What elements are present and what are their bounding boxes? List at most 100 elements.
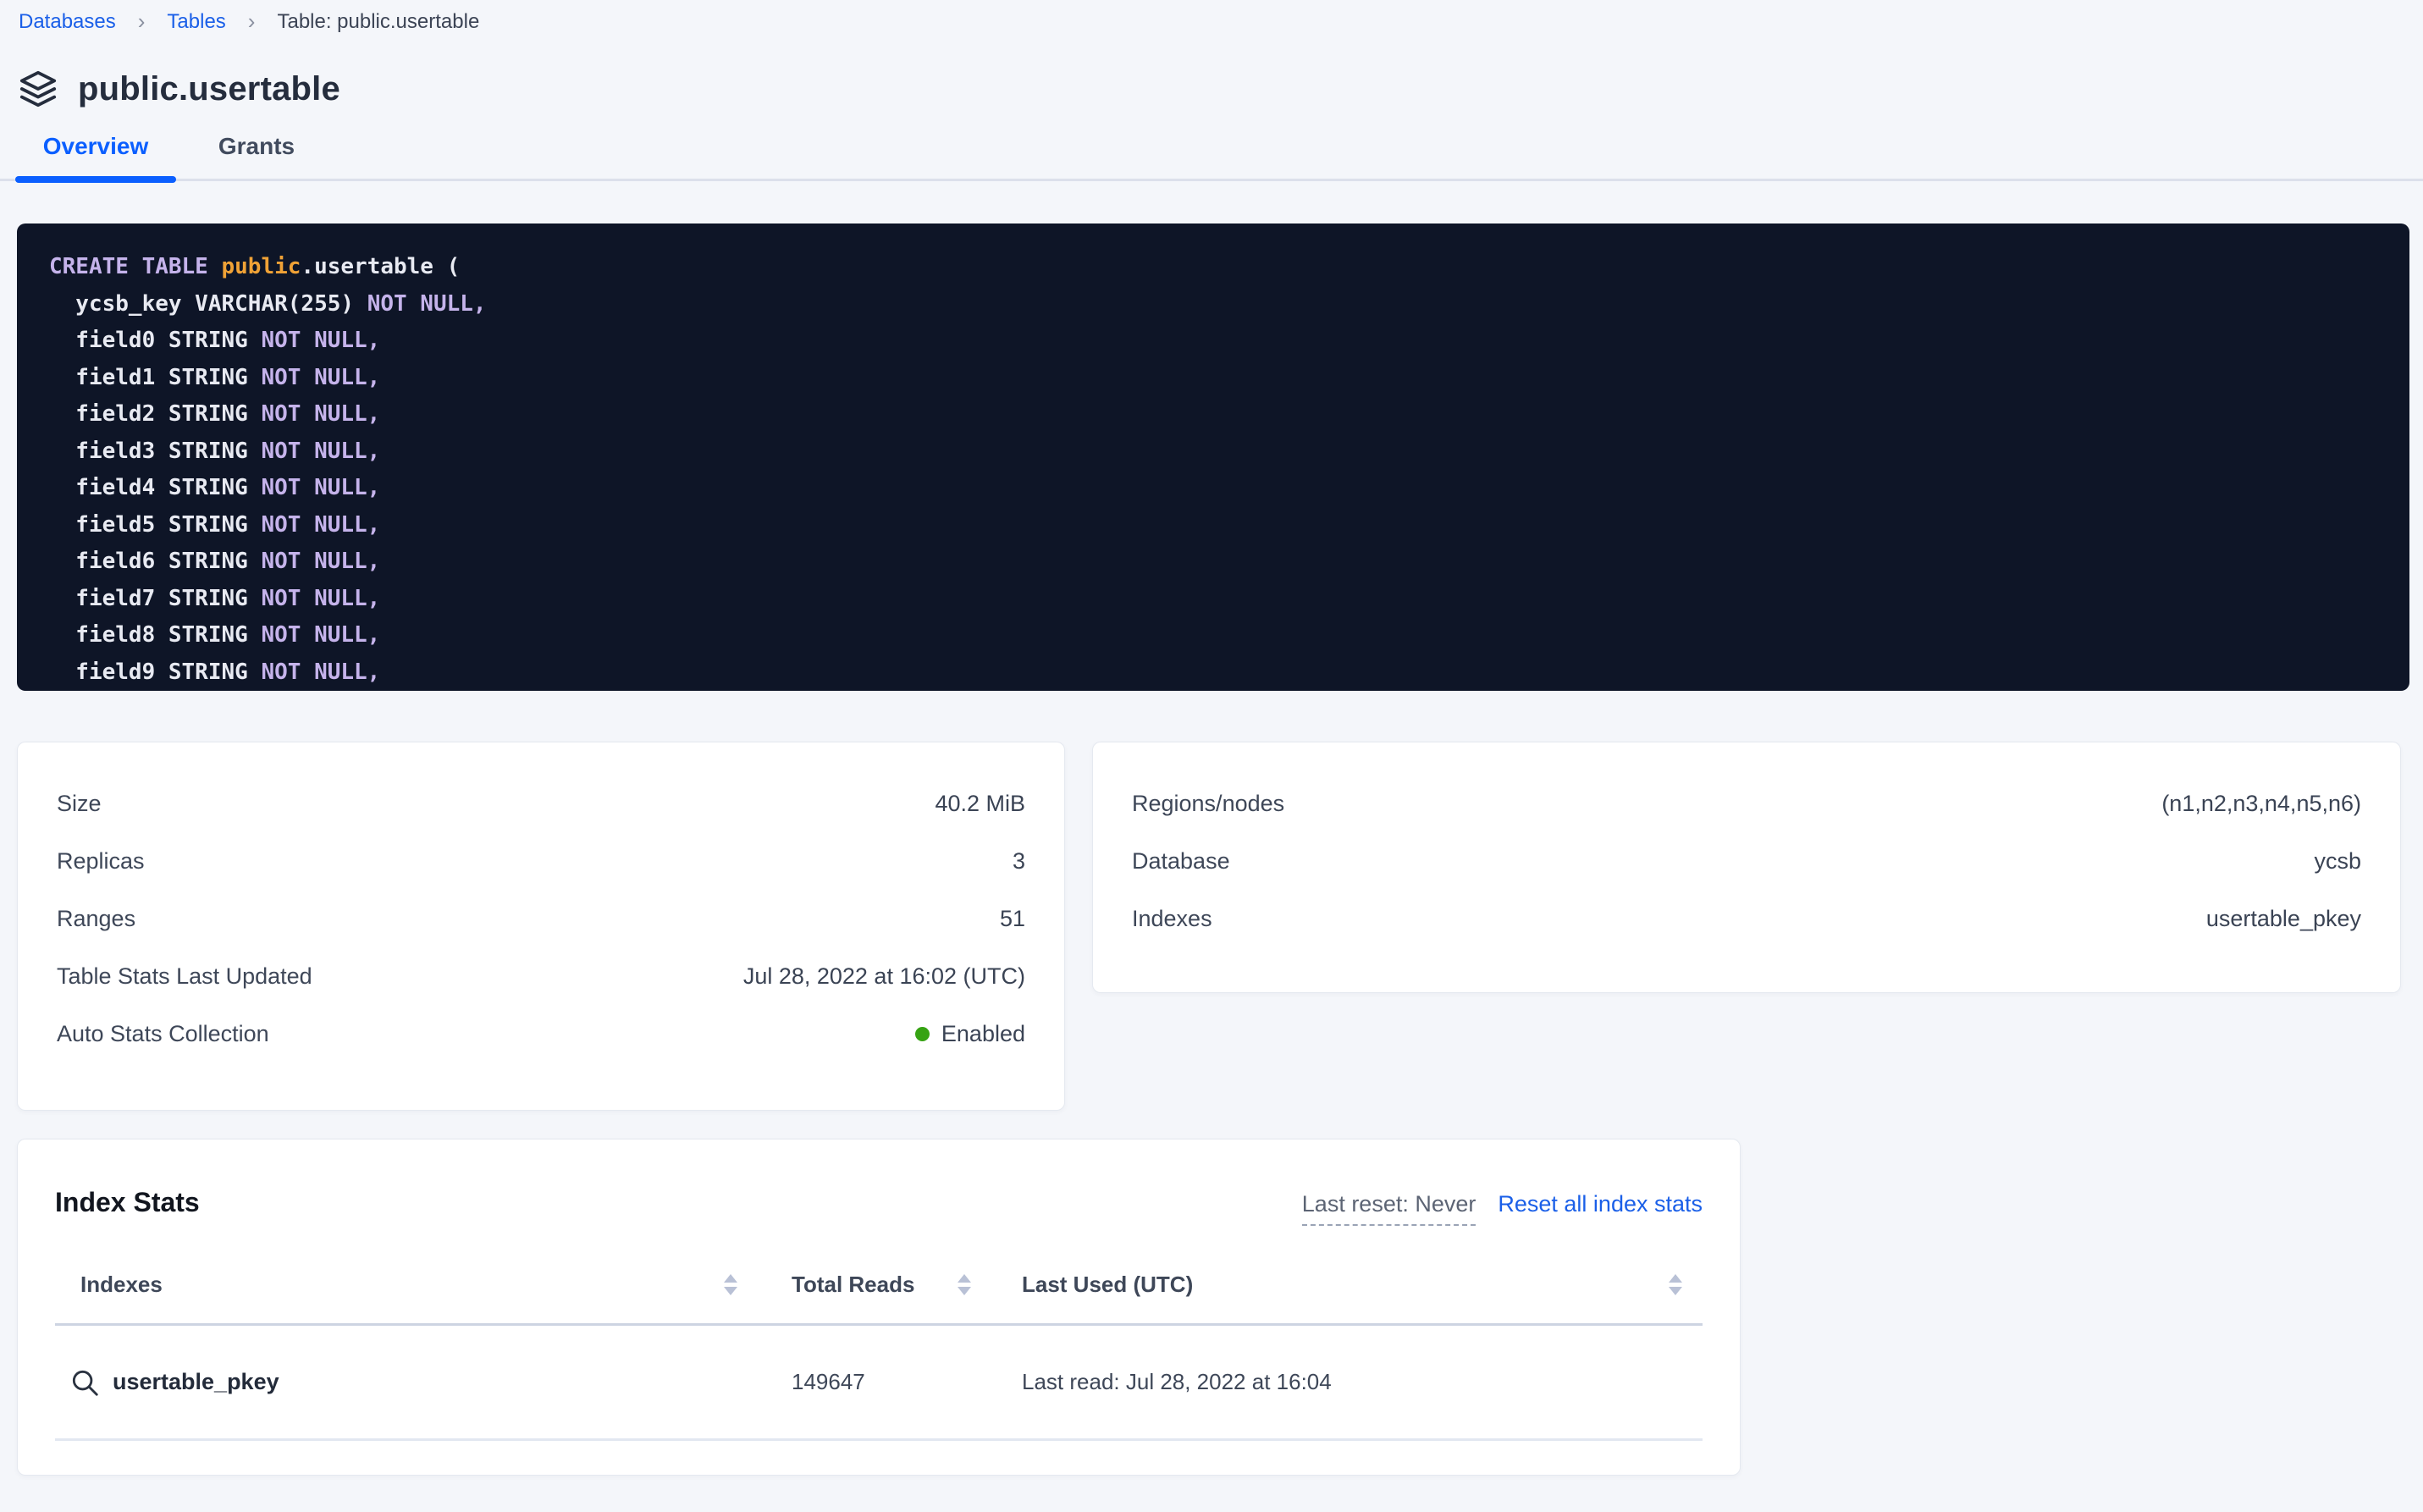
- column-header-label: Indexes: [80, 1272, 163, 1298]
- stat-row: Size 40.2 MiB: [57, 775, 1025, 832]
- stat-value-text: 51: [1000, 906, 1025, 932]
- stat-label: Auto Stats Collection: [57, 1021, 269, 1047]
- sql-token-kw: NOT NULL,: [261, 659, 380, 685]
- sql-token-plain: .usertable (: [301, 254, 460, 279]
- table-row: usertable_pkey 149647 Last read: Jul 28,…: [55, 1326, 1703, 1441]
- sql-code-line: field3 STRING NOT NULL,: [49, 433, 2377, 471]
- sql-code-line: field7 STRING NOT NULL,: [49, 581, 2377, 618]
- table-stats-card: Size 40.2 MiB Replicas 3 Ranges 51 Table Stats…: [17, 742, 1065, 1111]
- stat-value: Enabled: [915, 1021, 1025, 1047]
- sql-token-plain: field0 STRING: [49, 328, 261, 353]
- breadcrumb-link-databases[interactable]: Databases: [19, 8, 116, 36]
- sql-code-line: field4 STRING NOT NULL,: [49, 470, 2377, 507]
- stat-value: Jul 28, 2022 at 16:02 (UTC): [743, 963, 1025, 990]
- stat-value-text: 3: [1013, 848, 1025, 875]
- sql-token-plain: field5 STRING: [49, 512, 261, 538]
- column-header-label: Last Used (UTC): [1022, 1272, 1193, 1298]
- sql-code-line: field2 STRING NOT NULL,: [49, 396, 2377, 433]
- sql-token-kw: NOT NULL,: [261, 401, 380, 427]
- chevron-right-icon: ›: [248, 10, 256, 32]
- total-reads-cell: 149647: [737, 1369, 971, 1395]
- sql-code-line: CREATE TABLE public.usertable (: [49, 249, 2377, 286]
- page-title: public.usertable: [78, 70, 340, 108]
- stat-value: 40.2 MiB: [935, 791, 1025, 817]
- sql-code-line: field9 STRING NOT NULL,: [49, 654, 2377, 692]
- sql-token-kw: NOT NULL,: [261, 328, 380, 353]
- column-header-indexes[interactable]: Indexes: [55, 1272, 737, 1298]
- sql-token-kw: NOT NULL,: [367, 291, 487, 317]
- stat-value-text: 40.2 MiB: [935, 791, 1025, 817]
- stat-value-text: Jul 28, 2022 at 16:02 (UTC): [743, 963, 1025, 990]
- stat-value-text: usertable_pkey: [2206, 906, 2361, 932]
- sql-code-line: ycsb_key VARCHAR(255) NOT NULL,: [49, 286, 2377, 323]
- reset-all-index-stats-link[interactable]: Reset all index stats: [1498, 1191, 1703, 1217]
- sql-token-kw: NOT NULL,: [261, 622, 380, 648]
- sql-token-plain: field9 STRING: [49, 659, 261, 685]
- table-details-page: Databases › Tables › Table: public.usert…: [0, 0, 2423, 1512]
- column-header-label: Total Reads: [792, 1272, 914, 1298]
- page-header: public.usertable: [19, 69, 2423, 108]
- stat-value-text: Enabled: [941, 1021, 1025, 1047]
- sql-token-kw: NOT NULL,: [261, 365, 380, 390]
- sql-token-kw: NOT NULL,: [261, 586, 380, 611]
- sql-token-kw: NOT NULL,: [261, 512, 380, 538]
- sql-code-line: field5 STRING NOT NULL,: [49, 507, 2377, 544]
- index-stats-header: Index Stats Last reset: Never Reset all …: [55, 1187, 1703, 1226]
- stat-value: usertable_pkey: [2206, 906, 2361, 932]
- index-stats-title: Index Stats: [55, 1187, 200, 1218]
- sql-token-plain: field8 STRING: [49, 622, 261, 648]
- stat-value-text: (n1,n2,n3,n4,n5,n6): [2161, 791, 2361, 817]
- stat-label: Ranges: [57, 906, 135, 932]
- index-name-cell[interactable]: usertable_pkey: [55, 1366, 737, 1399]
- breadcrumb: Databases › Tables › Table: public.usert…: [0, 0, 2423, 36]
- stat-row: Regions/nodes (n1,n2,n3,n4,n5,n6): [1132, 775, 2361, 832]
- stat-label: Database: [1132, 848, 1230, 875]
- index-stats-table: Indexes Total Reads Last Used (UTC): [55, 1272, 1703, 1441]
- stats-cards-row: Size 40.2 MiB Replicas 3 Ranges 51 Table Stats…: [17, 742, 2401, 1111]
- layers-icon: [19, 69, 58, 108]
- stat-label: Indexes: [1132, 906, 1212, 932]
- sql-token-plain: field7 STRING: [49, 586, 261, 611]
- stat-row: Replicas 3: [57, 832, 1025, 890]
- index-stats-actions: Last reset: Never Reset all index stats: [1302, 1191, 1703, 1226]
- stat-label: Regions/nodes: [1132, 791, 1284, 817]
- stat-value: 3: [1013, 848, 1025, 875]
- stat-row: Auto Stats Collection Enabled: [57, 1005, 1025, 1062]
- sql-token-schema: public: [222, 254, 301, 279]
- sort-icon: [958, 1274, 971, 1295]
- stat-row: Table Stats Last UpdatedJul 28, 2022 at …: [57, 947, 1025, 1005]
- sort-icon: [1669, 1274, 1682, 1295]
- tab-overview[interactable]: Overview: [15, 133, 176, 179]
- sort-icon: [724, 1274, 737, 1295]
- breadcrumb-link-tables[interactable]: Tables: [167, 8, 225, 36]
- create-table-sql-block: CREATE TABLE public.usertable ( ycsb_key…: [17, 223, 2409, 691]
- stat-value: (n1,n2,n3,n4,n5,n6): [2161, 791, 2361, 817]
- column-header-last-used[interactable]: Last Used (UTC): [971, 1272, 1703, 1298]
- stat-value: 51: [1000, 906, 1025, 932]
- stat-value: ycsb: [2314, 848, 2361, 875]
- stat-label: Size: [57, 791, 102, 817]
- column-header-total-reads[interactable]: Total Reads: [737, 1272, 971, 1298]
- sql-code-line: field0 STRING NOT NULL,: [49, 323, 2377, 360]
- sql-token-kw: NOT NULL,: [261, 475, 380, 500]
- sql-token-plain: ycsb_key VARCHAR(255): [49, 291, 367, 317]
- stat-row: Database ycsb: [1132, 832, 2361, 890]
- stat-label: Replicas: [57, 848, 145, 875]
- last-reset-label[interactable]: Last reset: Never: [1302, 1191, 1476, 1226]
- stat-row: Indexes usertable_pkey: [1132, 890, 2361, 947]
- sql-token-kw: NOT NULL,: [261, 439, 380, 464]
- index-stats-card: Index Stats Last reset: Never Reset all …: [17, 1139, 1741, 1476]
- chevron-right-icon: ›: [138, 10, 146, 32]
- sql-token-plain: field4 STRING: [49, 475, 261, 500]
- sql-token-plain: field1 STRING: [49, 365, 261, 390]
- sql-token-plain: field2 STRING: [49, 401, 261, 427]
- last-used-cell: Last read: Jul 28, 2022 at 16:04: [971, 1369, 1703, 1395]
- tab-grants[interactable]: Grants: [176, 133, 337, 179]
- sql-token-plain: field3 STRING: [49, 439, 261, 464]
- sql-token-kw: NOT NULL,: [261, 549, 380, 574]
- sql-code-line: field8 STRING NOT NULL,: [49, 617, 2377, 654]
- sql-token-plain: field6 STRING: [49, 549, 261, 574]
- index-name: usertable_pkey: [113, 1369, 279, 1395]
- sql-code-line: field1 STRING NOT NULL,: [49, 360, 2377, 397]
- stat-value-text: ycsb: [2314, 848, 2361, 875]
